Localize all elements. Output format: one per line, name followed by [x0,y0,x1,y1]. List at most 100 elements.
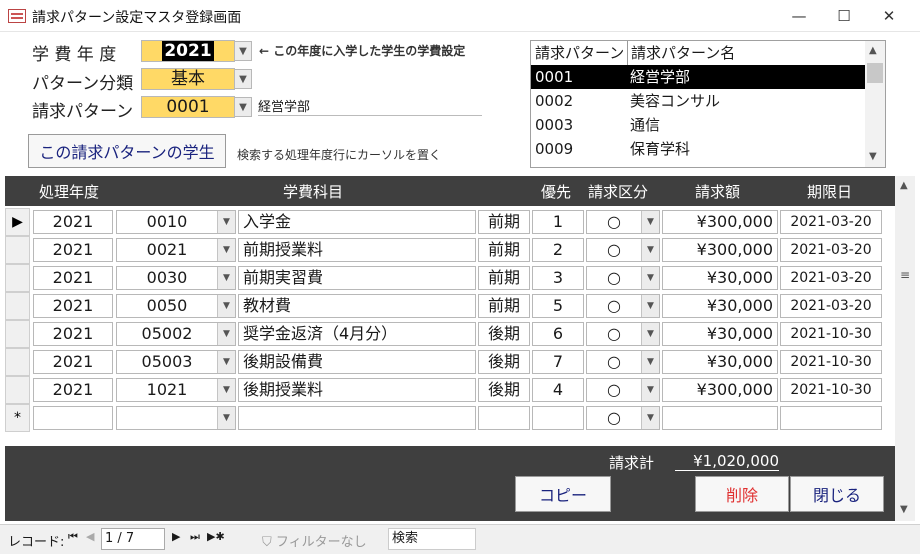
last-record-icon[interactable]: ⏭ [190,530,200,544]
cell-division[interactable]: ○ ▼ [586,322,660,346]
students-of-pattern-button[interactable]: この請求パターンの学生 [28,134,226,168]
year-dropdown-button[interactable]: ▼ [234,41,252,61]
cell-term[interactable]: 後期 [478,378,530,402]
cell-name[interactable]: 後期授業料 [238,378,476,402]
cell-amount[interactable]: ¥30,000 [662,350,778,374]
list-item[interactable]: 0003 通信 [531,113,865,137]
chevron-down-icon[interactable]: ▼ [641,323,659,345]
cell-division[interactable]: ○ ▼ [586,266,660,290]
cell-code[interactable]: 05002 ▼ [116,322,236,346]
chevron-down-icon[interactable]: ▼ [217,295,235,317]
cell-amount[interactable]: ¥300,000 [662,210,778,234]
cell-code[interactable]: 0010 ▼ [116,210,236,234]
maximize-button[interactable]: ☐ [829,4,859,28]
cell-year[interactable]: 2021 [33,266,113,290]
row-selector[interactable] [5,264,30,292]
record-position-input[interactable]: 1 / 7 [101,528,165,550]
cell-due[interactable]: 2021-03-20 [780,294,882,318]
cell-name[interactable]: 入学金 [238,210,476,234]
cell-term[interactable]: 前期 [478,294,530,318]
pattern-dropdown-button[interactable]: ▼ [234,97,252,117]
list-item[interactable]: 0009 保育学科 [531,137,865,161]
row-selector[interactable] [5,320,30,348]
chevron-down-icon[interactable]: ▼ [641,407,659,429]
delete-button[interactable]: 削除 [695,476,789,512]
cell-name[interactable]: 奨学金返済（4月分） [238,322,476,346]
chevron-down-icon[interactable]: ▼ [217,211,235,233]
search-input[interactable]: 検索 [388,528,476,550]
cell-priority[interactable]: 5 [532,294,584,318]
previous-record-icon[interactable]: ◀ [86,530,94,543]
cell-term[interactable]: 後期 [478,350,530,374]
cell-code[interactable]: ▼ [116,406,236,430]
chevron-down-icon[interactable]: ▼ [641,267,659,289]
cell-code[interactable]: 05003 ▼ [116,350,236,374]
cell-year[interactable]: 2021 [33,210,113,234]
scroll-grip-icon[interactable]: ≡ [900,268,910,282]
cell-amount[interactable]: ¥300,000 [662,238,778,262]
cell-due[interactable]: 2021-10-30 [780,350,882,374]
year-input[interactable]: 2021 [141,40,235,62]
list-item[interactable]: 0002 美容コンサル [531,89,865,113]
cell-priority[interactable]: 4 [532,378,584,402]
cell-priority[interactable] [532,406,584,430]
cell-name[interactable] [238,406,476,430]
row-selector[interactable] [5,348,30,376]
copy-button[interactable]: コピー [515,476,611,512]
cell-year[interactable]: 2021 [33,322,113,346]
chevron-up-icon[interactable]: ▲ [869,45,877,56]
cell-due[interactable]: 2021-03-20 [780,238,882,262]
cell-due[interactable]: 2021-10-30 [780,322,882,346]
close-button[interactable]: ✕ [874,4,904,28]
close-form-button[interactable]: 閉じる [790,476,884,512]
cell-term[interactable]: 前期 [478,238,530,262]
cell-amount[interactable]: ¥30,000 [662,266,778,290]
chevron-down-icon[interactable]: ▼ [217,267,235,289]
cell-priority[interactable]: 7 [532,350,584,374]
chevron-down-icon[interactable]: ▼ [217,239,235,261]
cell-amount[interactable] [662,406,778,430]
cell-name[interactable]: 前期授業料 [238,238,476,262]
row-selector[interactable] [5,376,30,404]
cell-code[interactable]: 0021 ▼ [116,238,236,262]
cell-code[interactable]: 0050 ▼ [116,294,236,318]
cell-division[interactable]: ○ ▼ [586,294,660,318]
cell-year[interactable]: 2021 [33,294,113,318]
first-record-icon[interactable]: ⏮ [68,530,78,544]
row-selector[interactable]: * [5,404,30,432]
form-scrollbar[interactable]: ▲ ≡ ▼ [895,176,915,521]
category-dropdown-button[interactable]: ▼ [234,69,252,89]
pattern-input[interactable]: 0001 [141,96,235,118]
cell-division[interactable]: ○ ▼ [586,406,660,430]
chevron-down-icon[interactable]: ▼ [869,151,877,162]
cell-division[interactable]: ○ ▼ [586,210,660,234]
chevron-up-icon[interactable]: ▲ [900,180,908,191]
cell-code[interactable]: 0030 ▼ [116,266,236,290]
chevron-down-icon[interactable]: ▼ [641,379,659,401]
cell-year[interactable]: 2021 [33,350,113,374]
cell-term[interactable]: 前期 [478,266,530,290]
listbox-scroll-thumb[interactable] [867,63,883,83]
chevron-down-icon[interactable]: ▼ [641,351,659,373]
cell-name[interactable]: 後期設備費 [238,350,476,374]
cell-priority[interactable]: 1 [532,210,584,234]
chevron-down-icon[interactable]: ▼ [217,351,235,373]
chevron-down-icon[interactable]: ▼ [217,379,235,401]
chevron-down-icon[interactable]: ▼ [641,239,659,261]
pattern-listbox[interactable]: 請求パターン 請求パターン名 0001 経営学部 0002 美容コンサル 000… [530,40,886,168]
cell-amount[interactable]: ¥300,000 [662,378,778,402]
cell-term[interactable]: 前期 [478,210,530,234]
cell-division[interactable]: ○ ▼ [586,350,660,374]
cell-division[interactable]: ○ ▼ [586,378,660,402]
chevron-down-icon[interactable]: ▼ [641,211,659,233]
cell-due[interactable]: 2021-03-20 [780,210,882,234]
cell-due[interactable]: 2021-10-30 [780,378,882,402]
minimize-button[interactable]: — [784,4,814,28]
chevron-down-icon[interactable]: ▼ [217,323,235,345]
cell-priority[interactable]: 3 [532,266,584,290]
cell-priority[interactable]: 2 [532,238,584,262]
row-selector[interactable] [5,236,30,264]
cell-priority[interactable]: 6 [532,322,584,346]
filter-status[interactable]: ⛉ フィルターなし [262,531,367,550]
cell-name[interactable]: 前期実習費 [238,266,476,290]
